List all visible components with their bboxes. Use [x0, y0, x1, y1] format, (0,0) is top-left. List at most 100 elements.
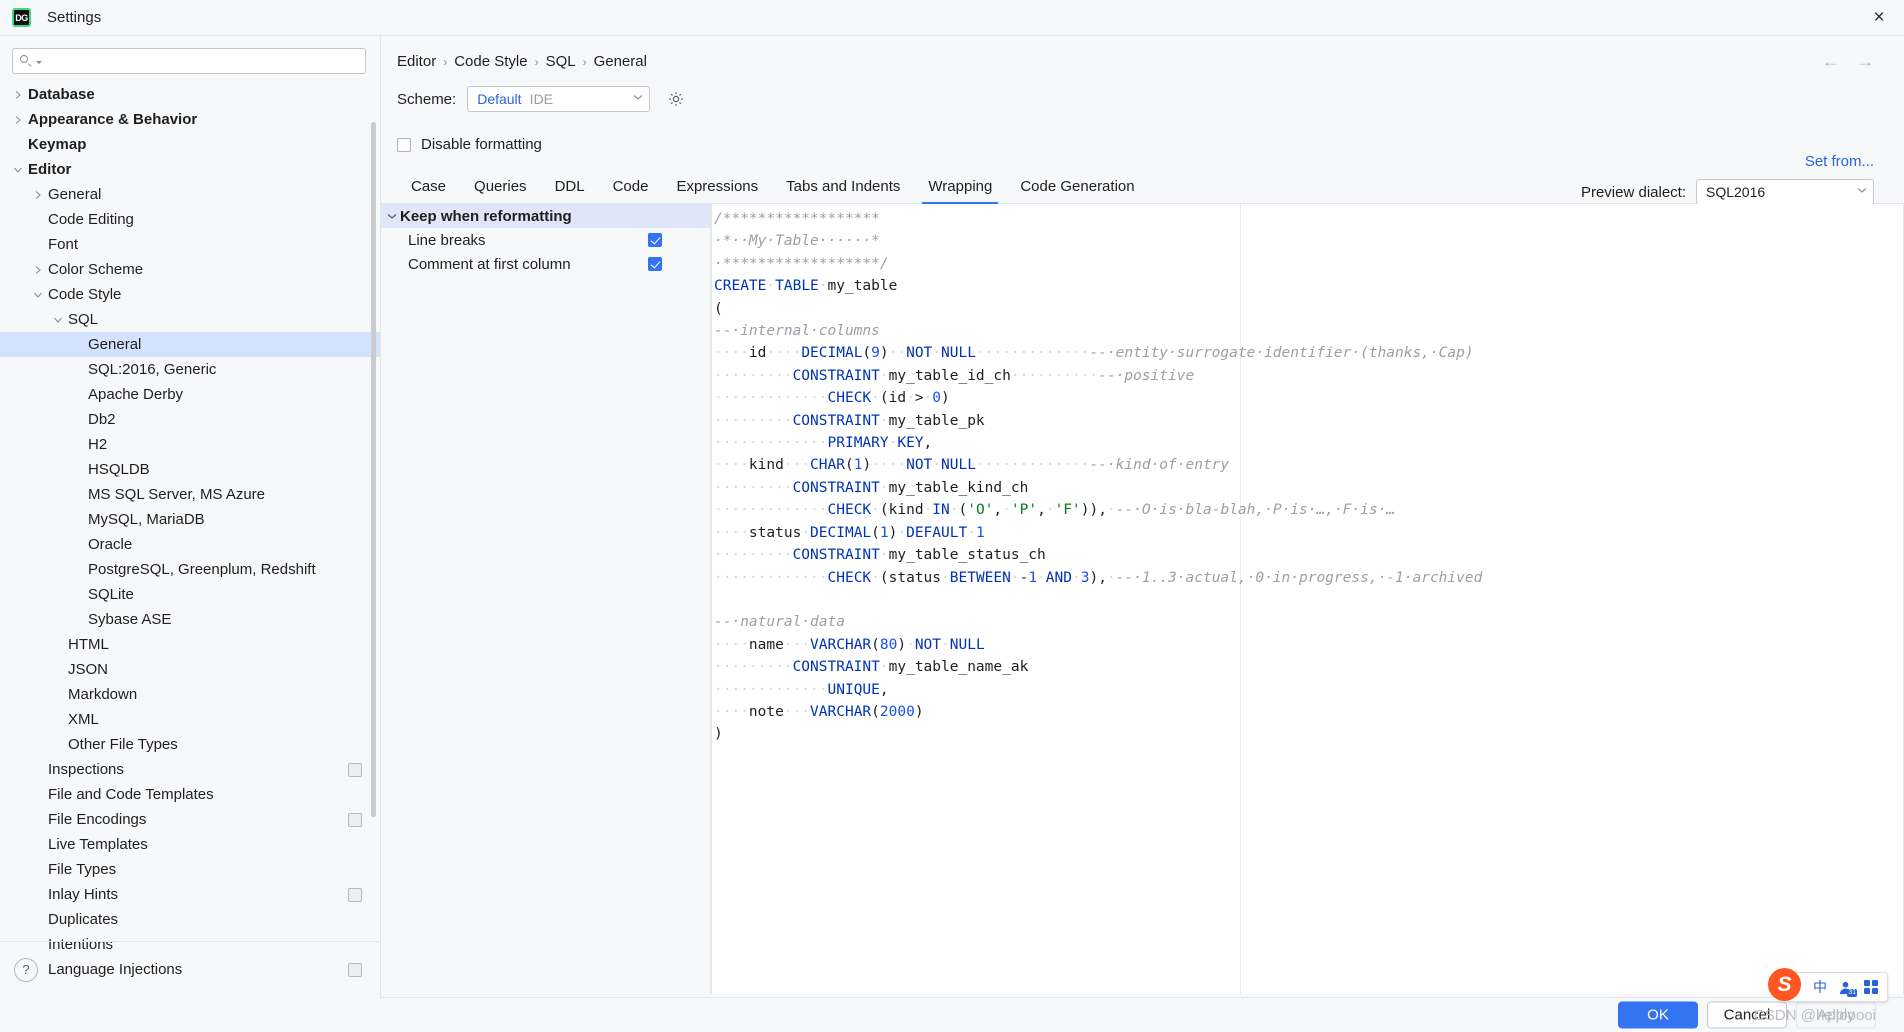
sidebar-item-label: Markdown — [66, 686, 137, 703]
sidebar-item-label: Database — [26, 86, 95, 103]
code-line: ····name···VARCHAR(80)·NOT·NULL — [714, 634, 1903, 656]
ime-apps-icon[interactable] — [1864, 980, 1878, 994]
chevron-right-icon[interactable] — [10, 90, 26, 100]
sidebar-item-badge-icon — [348, 888, 362, 902]
code-line: /****************** — [714, 208, 1903, 230]
sidebar-item-markdown[interactable]: Markdown — [0, 682, 380, 707]
chevron-down-icon[interactable] — [50, 316, 66, 324]
tab-queries[interactable]: Queries — [460, 178, 541, 203]
sidebar-item-editor[interactable]: Editor — [0, 157, 380, 182]
scheme-dropdown[interactable]: Default IDE — [467, 86, 650, 112]
tab-expressions[interactable]: Expressions — [662, 178, 772, 203]
breadcrumb-item[interactable]: General — [594, 53, 647, 70]
sidebar-item-inlay-hints[interactable]: Inlay Hints — [0, 882, 380, 907]
disable-formatting-checkbox[interactable] — [397, 138, 411, 152]
sidebar-item-ms-sql-server[interactable]: MS SQL Server, MS Azure — [0, 482, 380, 507]
tab-code[interactable]: Code — [599, 178, 663, 203]
breadcrumb-item[interactable]: Editor — [397, 53, 436, 70]
sidebar-item-xml[interactable]: XML — [0, 707, 380, 732]
chevron-right-icon[interactable] — [30, 190, 46, 200]
search-input[interactable] — [42, 52, 359, 70]
sidebar-item-inspections[interactable]: Inspections — [0, 757, 380, 782]
sidebar-item-sqlite[interactable]: SQLite — [0, 582, 380, 607]
sidebar-item-font[interactable]: Font — [0, 232, 380, 257]
sidebar-item-label: Sybase ASE — [86, 611, 171, 628]
sidebar-item-color-scheme[interactable]: Color Scheme — [0, 257, 380, 282]
tab-tabs-and-indents[interactable]: Tabs and Indents — [772, 178, 914, 203]
sidebar-item-other-file-types[interactable]: Other File Types — [0, 732, 380, 757]
sidebar-item-keymap[interactable]: Keymap — [0, 132, 380, 157]
sidebar-item-badge-icon — [348, 813, 362, 827]
option-group-header[interactable]: Keep when reformatting — [380, 204, 710, 228]
chevron-down-icon[interactable] — [30, 291, 46, 299]
set-from-link[interactable]: Set from... — [1805, 153, 1874, 170]
sidebar-item-sql-2016-generic[interactable]: SQL:2016, Generic — [0, 357, 380, 382]
window-title: Settings — [47, 9, 101, 26]
back-arrow-icon[interactable]: ← — [1822, 52, 1839, 72]
tab-code-generation[interactable]: Code Generation — [1006, 178, 1148, 203]
ime-user-badge: 31 — [1847, 989, 1857, 997]
sidebar-item-label: Editor — [26, 161, 71, 178]
sidebar-item-hsqldb[interactable]: HSQLDB — [0, 457, 380, 482]
sidebar-item-mysql-mariadb[interactable]: MySQL, MariaDB — [0, 507, 380, 532]
sidebar-item-postgresql[interactable]: PostgreSQL, Greenplum, Redshift — [0, 557, 380, 582]
ok-button[interactable]: OK — [1618, 1001, 1698, 1028]
checkbox-comment-at-first-column[interactable] — [648, 257, 662, 271]
search-box[interactable] — [12, 48, 366, 74]
code-line: ····note···VARCHAR(2000) — [714, 701, 1903, 723]
ime-toolbar[interactable]: S 中 31 — [1778, 972, 1888, 1002]
preview-dialect-dropdown[interactable]: SQL2016 — [1696, 179, 1874, 205]
sidebar-item-duplicates[interactable]: Duplicates — [0, 907, 380, 932]
sidebar-item-sql-general[interactable]: General — [0, 332, 380, 357]
sidebar-item-label: General — [46, 186, 101, 203]
sidebar-item-label: SQL — [66, 311, 98, 328]
sidebar-item-sybase-ase[interactable]: Sybase ASE — [0, 607, 380, 632]
dialog-footer: OK Cancel Apply — [0, 997, 1904, 1032]
close-icon[interactable]: × — [1868, 7, 1890, 29]
tab-wrapping[interactable]: Wrapping — [914, 178, 1006, 203]
chevron-down-icon[interactable] — [384, 213, 400, 220]
ime-language-toggle[interactable]: 中 — [1813, 977, 1827, 997]
sidebar-item-code-editing[interactable]: Code Editing — [0, 207, 380, 232]
chevron-down-icon[interactable] — [10, 166, 26, 174]
sidebar-item-oracle[interactable]: Oracle — [0, 532, 380, 557]
sidebar-item-code-style[interactable]: Code Style — [0, 282, 380, 307]
chevron-right-icon[interactable] — [30, 265, 46, 275]
code-line: ·············CHECK·(kind·IN·('O',·'P',·'… — [714, 499, 1903, 521]
sidebar-item-h2[interactable]: H2 — [0, 432, 380, 457]
sidebar-scrollbar[interactable] — [371, 122, 376, 817]
gear-icon[interactable] — [667, 90, 685, 108]
sidebar-item-label: General — [86, 336, 141, 353]
scheme-row: Scheme: Default IDE — [380, 86, 1904, 112]
ime-user-icon[interactable]: 31 — [1838, 980, 1853, 995]
sidebar-item-db2[interactable]: Db2 — [0, 407, 380, 432]
code-preview-panel[interactable]: /******************·*··My·Table······*·*… — [710, 204, 1904, 994]
chevron-right-icon[interactable] — [10, 115, 26, 125]
code-line: ····kind···CHAR(1)····NOT·NULL··········… — [714, 454, 1903, 476]
breadcrumb-item[interactable]: Code Style — [454, 53, 527, 70]
sidebar-item-editor-general[interactable]: General — [0, 182, 380, 207]
sidebar-item-file-encodings[interactable]: File Encodings — [0, 807, 380, 832]
sidebar-item-database[interactable]: Database — [0, 82, 380, 107]
help-icon[interactable]: ? — [14, 958, 38, 982]
sogou-logo-icon[interactable]: S — [1768, 968, 1801, 1001]
forward-arrow-icon[interactable]: → — [1857, 52, 1874, 72]
sidebar-item-label: Oracle — [86, 536, 132, 553]
sidebar-item-file-types[interactable]: File Types — [0, 857, 380, 882]
breadcrumb-separator: › — [443, 55, 447, 69]
sidebar-item-apache-derby[interactable]: Apache Derby — [0, 382, 380, 407]
tab-case[interactable]: Case — [397, 178, 460, 203]
tab-ddl[interactable]: DDL — [541, 178, 599, 203]
sidebar-item-live-templates[interactable]: Live Templates — [0, 832, 380, 857]
code-line: ·············CHECK·(id·>·0) — [714, 387, 1903, 409]
sidebar-item-appearance-behavior[interactable]: Appearance & Behavior — [0, 107, 380, 132]
sidebar-item-json[interactable]: JSON — [0, 657, 380, 682]
sidebar-item-file-code-templates[interactable]: File and Code Templates — [0, 782, 380, 807]
sidebar-item-code-style-sql[interactable]: SQL — [0, 307, 380, 332]
breadcrumb-item[interactable]: SQL — [546, 53, 576, 70]
checkbox-line-breaks[interactable] — [648, 233, 662, 247]
sidebar-item-label: PostgreSQL, Greenplum, Redshift — [86, 561, 316, 578]
cancel-button[interactable]: Cancel — [1707, 1001, 1787, 1028]
sidebar-item-html[interactable]: HTML — [0, 632, 380, 657]
code-line: ·········CONSTRAINT·my_table_name_ak — [714, 656, 1903, 678]
